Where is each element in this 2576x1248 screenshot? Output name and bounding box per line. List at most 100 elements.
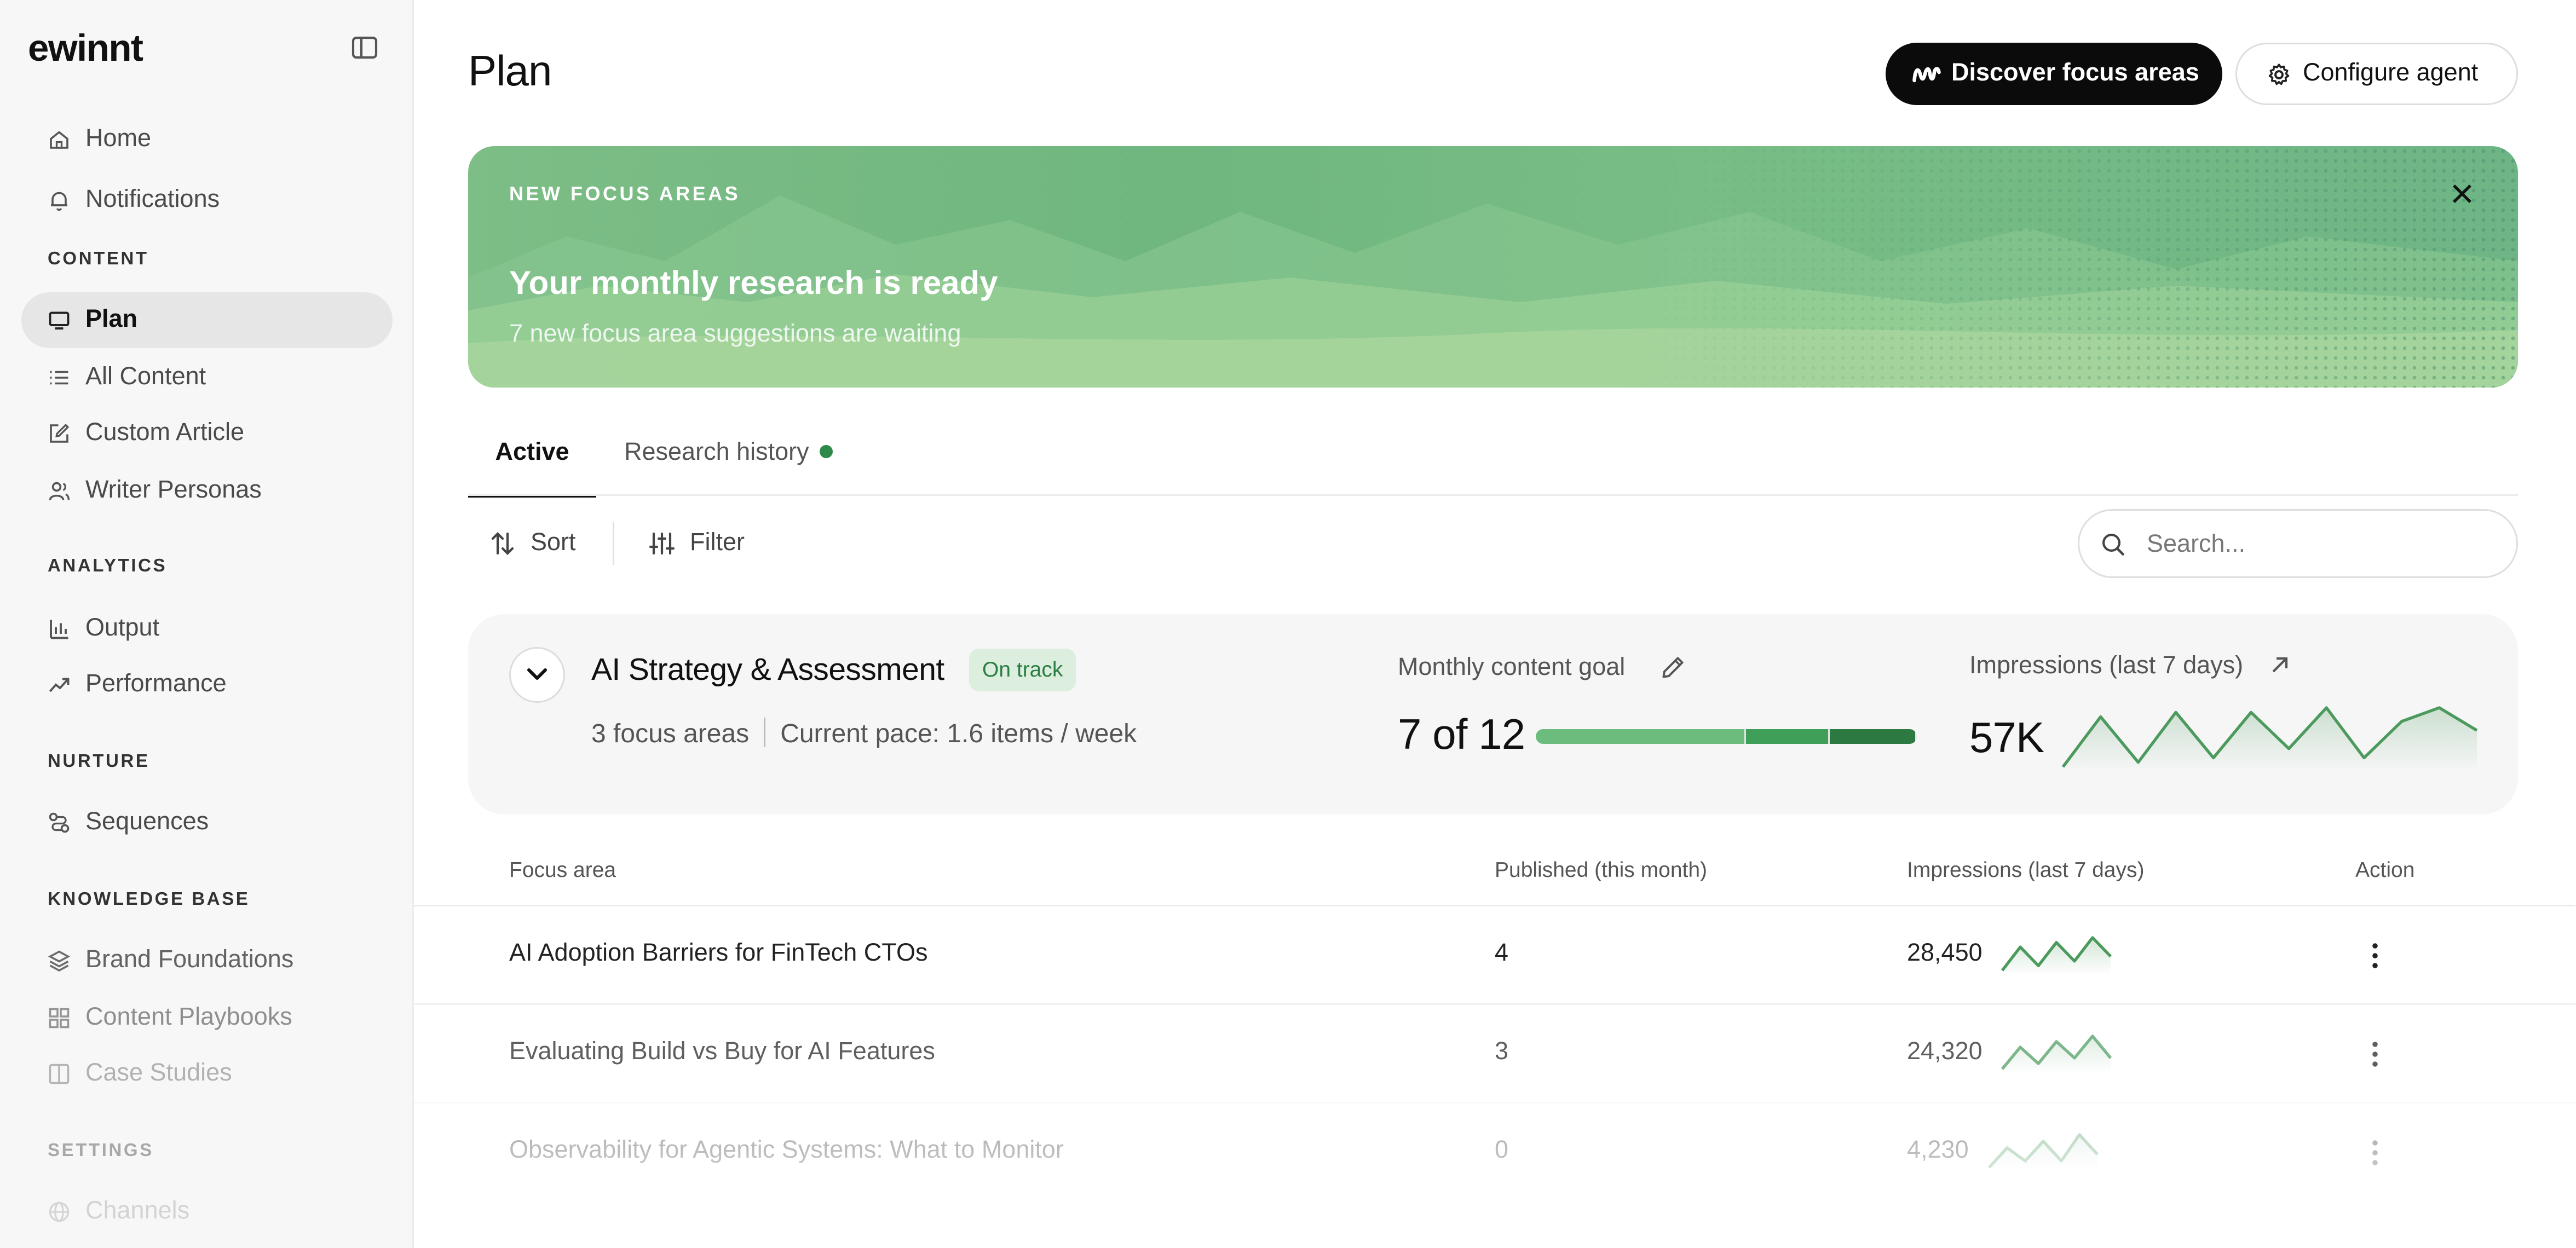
sidebar-item-label: Notifications	[85, 186, 220, 213]
section-label-knowledge-base: KNOWLEDGE BASE	[48, 890, 250, 910]
table-row[interactable]: Evaluating Build vs Buy for AI Features …	[414, 1003, 2575, 1102]
banner-title: Your monthly research is ready	[509, 266, 998, 302]
table-row[interactable]: Observability for Agentic Systems: What …	[414, 1102, 2575, 1200]
trending-up-icon	[49, 678, 70, 692]
discover-label: Discover focus areas	[1951, 59, 2199, 87]
sidebar-item-label: Brand Foundations	[85, 946, 294, 974]
row-sparkline	[2001, 1035, 2112, 1074]
tab-active[interactable]: Active	[468, 438, 596, 498]
focus-areas-banner: NEW FOCUS AREAS Your monthly research is…	[468, 146, 2518, 388]
more-vertical-icon[interactable]	[2362, 941, 2388, 970]
sort-icon	[491, 532, 514, 555]
sidebar-item-label: Sequences	[85, 808, 209, 836]
row-sparkline	[2001, 936, 2112, 975]
status-badge: On track	[969, 649, 1076, 691]
status-dot	[819, 445, 832, 458]
pencil-icon[interactable]	[1661, 655, 1685, 680]
tab-label: Active	[495, 438, 569, 466]
chevron-down-icon	[527, 668, 547, 680]
sidebar-item-notifications[interactable]: Notifications	[21, 172, 393, 228]
focus-area-name[interactable]: Observability for Agentic Systems: What …	[509, 1136, 1064, 1164]
sidebar-item-label: Channels	[85, 1197, 190, 1225]
gear-icon	[2268, 63, 2290, 85]
impressions-value: 57K	[1969, 713, 2044, 762]
search-box[interactable]	[2078, 509, 2518, 578]
more-vertical-icon[interactable]	[2362, 1138, 2388, 1168]
sidebar-item-output[interactable]: Output	[21, 601, 393, 657]
focus-group-card: AI Strategy & Assessment On track 3 focu…	[468, 614, 2518, 814]
sidebar-item-channels[interactable]: Channels	[21, 1184, 393, 1240]
sidebar-item-all-content[interactable]: All Content	[21, 350, 393, 406]
goal-label: Monthly content goal	[1398, 654, 1626, 681]
column-header-action: Action	[2355, 857, 2415, 882]
table-row[interactable]: AI Adoption Barriers for FinTech CTOs 4 …	[414, 905, 2575, 1003]
sidebar-item-case-studies[interactable]: Case Studies	[21, 1046, 393, 1102]
banner-subtitle: 7 new focus area suggestions are waiting	[509, 320, 961, 348]
impressions-label: Impressions (last 7 days)	[1969, 652, 2244, 680]
search-input[interactable]	[2147, 527, 2492, 560]
sidebar-item-plan[interactable]: Plan	[21, 292, 393, 348]
discover-focus-areas-button[interactable]: Discover focus areas	[1886, 43, 2222, 105]
sidebar-item-performance[interactable]: Performance	[21, 657, 393, 713]
sidebar-item-sequences[interactable]: Sequences	[21, 795, 393, 851]
more-vertical-icon[interactable]	[2362, 1039, 2388, 1069]
sidebar-item-content-playbooks[interactable]: Content Playbooks	[21, 990, 393, 1046]
section-label-content: CONTENT	[48, 250, 149, 269]
page-title: Plan	[468, 46, 552, 95]
book-icon	[49, 1064, 70, 1084]
sort-label: Sort	[531, 529, 576, 557]
sidebar: ewinnt Home Notifications CONTENT Plan A…	[0, 0, 414, 1248]
banner-eyebrow: NEW FOCUS AREAS	[509, 182, 741, 205]
app-logo[interactable]: ewinnt	[28, 26, 143, 71]
sidebar-item-writer-personas[interactable]: Writer Personas	[21, 463, 393, 519]
arrow-up-right-icon[interactable]	[2270, 655, 2290, 675]
home-icon	[50, 131, 68, 149]
tab-label: Research history	[624, 438, 809, 466]
bell-icon	[51, 192, 67, 211]
users-icon	[49, 482, 70, 500]
bar-chart-icon	[50, 620, 68, 639]
section-label-nurture: NURTURE	[48, 752, 150, 772]
current-pace: Current pace: 1.6 items / week	[780, 721, 1137, 749]
sidebar-item-custom-article[interactable]: Custom Article	[21, 406, 393, 461]
focus-group-title[interactable]: AI Strategy & Assessment	[591, 654, 944, 690]
impressions-count: 28,450	[1907, 939, 1983, 967]
sidebar-item-label: All Content	[85, 363, 206, 391]
column-header-impressions: Impressions (last 7 days)	[1907, 857, 2145, 882]
impressions-sparkline	[2061, 706, 2478, 772]
filter-label: Filter	[690, 529, 745, 557]
monitor-icon	[49, 311, 70, 330]
sidebar-item-brand-foundations[interactable]: Brand Foundations	[21, 933, 393, 989]
sidebar-item-home[interactable]: Home	[21, 112, 393, 167]
tab-research-history[interactable]: Research history	[624, 438, 832, 466]
filter-sliders-icon	[649, 532, 675, 555]
layers-icon	[48, 950, 71, 972]
published-count: 3	[1495, 1038, 1509, 1066]
list-icon	[50, 371, 68, 385]
row-sparkline	[1988, 1133, 2099, 1172]
sidebar-item-label: Case Studies	[85, 1059, 232, 1087]
focus-area-count: 3 focus areas	[591, 721, 750, 749]
expand-toggle-button[interactable]	[509, 647, 565, 703]
goal-progress-bar	[1536, 729, 1917, 744]
brand-mark-icon	[1912, 67, 1941, 83]
sidebar-toggle-icon[interactable]	[350, 33, 379, 62]
focus-area-name[interactable]: Evaluating Build vs Buy for AI Features	[509, 1038, 935, 1066]
edit-icon	[50, 424, 70, 443]
close-icon[interactable]	[2449, 181, 2475, 207]
sidebar-item-label: Custom Article	[85, 419, 245, 447]
grid-icon	[49, 1008, 70, 1029]
tabs-divider	[468, 494, 2518, 496]
section-label-settings: SETTINGS	[48, 1141, 154, 1161]
focus-area-name[interactable]: AI Adoption Barriers for FinTech CTOs	[509, 939, 927, 967]
column-header-published: Published (this month)	[1495, 857, 1708, 882]
goal-value: 7 of 12	[1398, 709, 1525, 759]
published-count: 0	[1495, 1136, 1509, 1164]
goal-progress-segment	[1536, 729, 1744, 744]
configure-agent-button[interactable]: Configure agent	[2235, 43, 2518, 105]
sidebar-item-label: Performance	[85, 670, 227, 698]
globe-icon	[49, 1201, 70, 1222]
goal-progress-segment	[1830, 729, 1915, 744]
sidebar-item-label: Home	[85, 125, 152, 153]
meta-divider	[764, 718, 766, 747]
